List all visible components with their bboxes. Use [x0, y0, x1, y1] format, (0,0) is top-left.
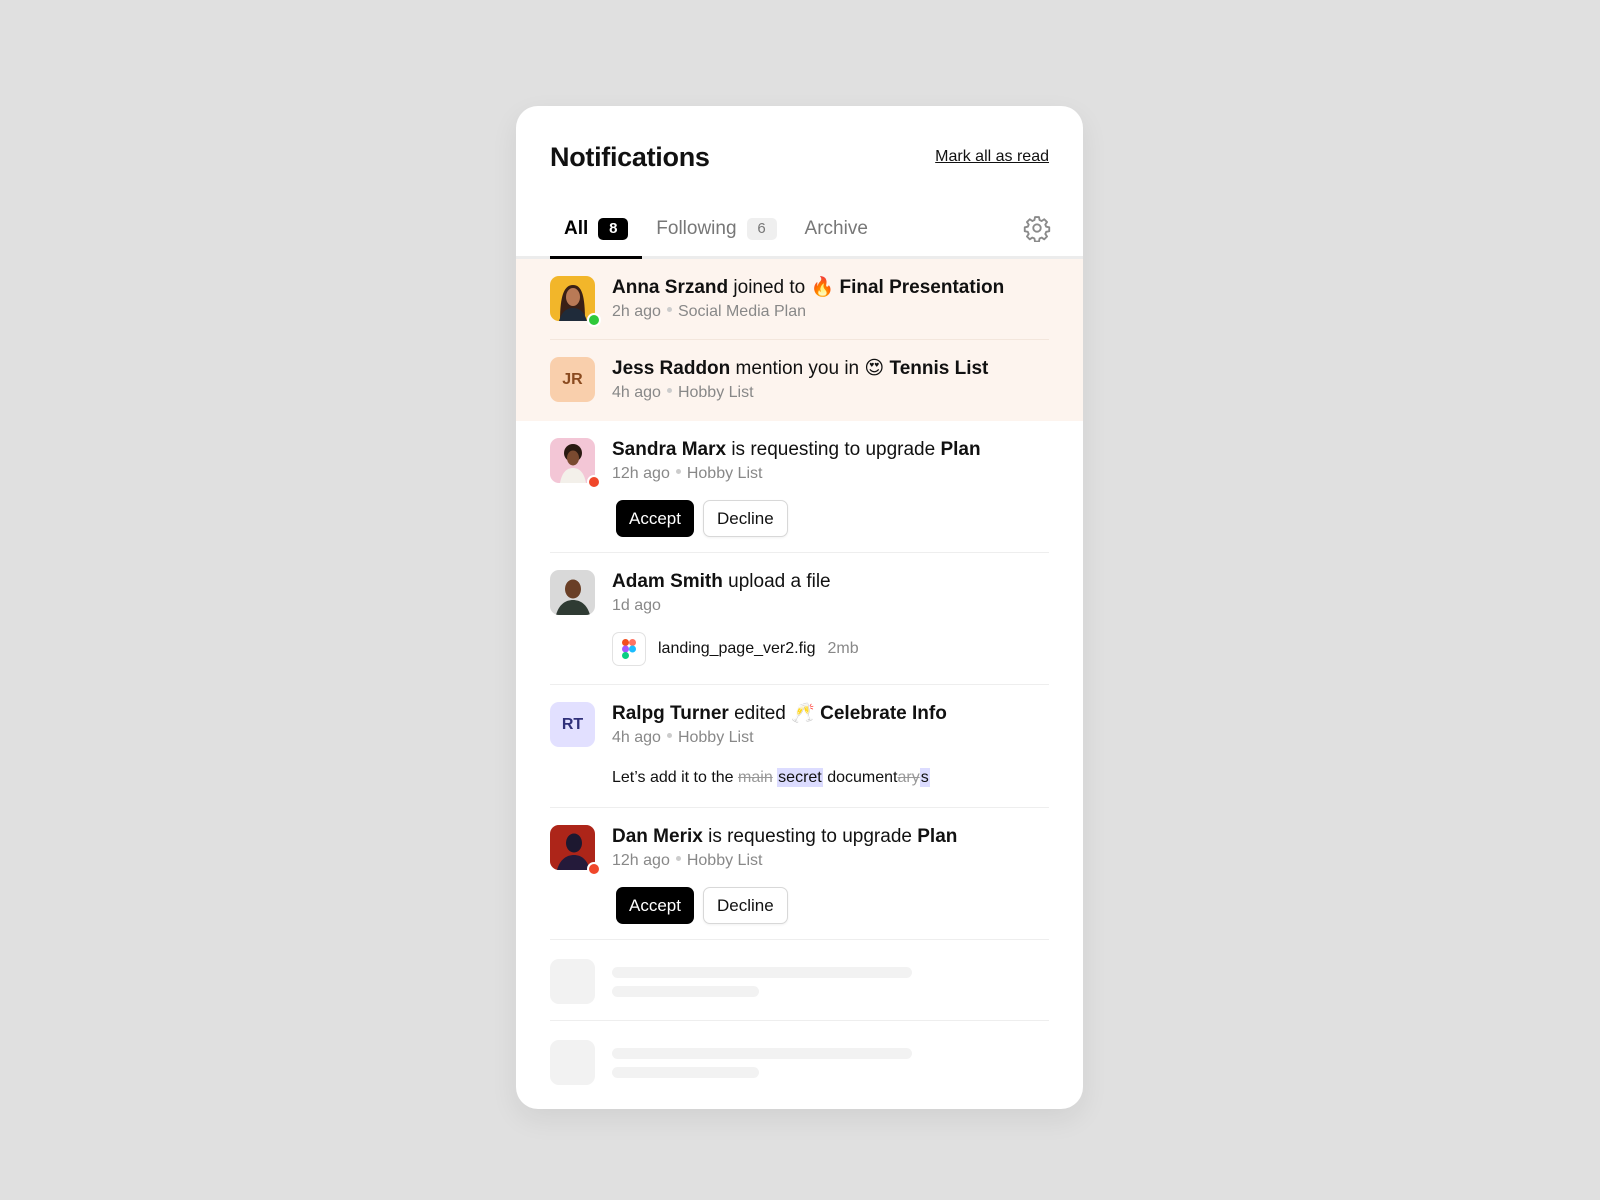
tab-label: Archive [804, 218, 868, 239]
request-actions: Accept Decline [616, 887, 1049, 924]
notification-item[interactable]: Dan Merix is requesting to upgrade Plan … [516, 808, 1083, 940]
figma-file-icon [612, 632, 646, 666]
tab-count-badge: 6 [746, 218, 777, 240]
page-title: Notifications [550, 142, 710, 172]
tab-archive[interactable]: Archive [791, 202, 882, 256]
notification-text: Jess Raddon mention you in 😍 Tennis List [612, 358, 989, 379]
deleted-text: main [738, 769, 773, 786]
notification-meta: 4h ago Hobby List [612, 729, 754, 746]
notification-item[interactable]: Sandra Marx is requesting to upgrade Pla… [516, 421, 1083, 553]
tab-label: Following [656, 218, 737, 239]
loading-skeleton-item [516, 940, 1083, 1021]
busy-status-dot [587, 862, 601, 876]
notification-meta: 1d ago [612, 597, 661, 614]
tab-following[interactable]: Following 6 [642, 202, 790, 256]
notification-item[interactable]: JR Jess Raddon mention you in 😍 Tennis L… [516, 340, 1083, 421]
notification-meta: 12h ago Hobby List [612, 465, 763, 482]
online-status-dot [587, 313, 601, 327]
inserted-text: secret [777, 768, 823, 787]
loading-skeleton-item [516, 1021, 1083, 1102]
notification-text: Ralpg Turner edited 🥂 Celebrate Info [612, 703, 947, 724]
notification-meta: 4h ago Hobby List [612, 384, 754, 401]
gear-icon[interactable] [1023, 214, 1051, 243]
avatar: RT [550, 702, 595, 747]
tab-bar: All 8 Following 6 Archive [516, 202, 1083, 259]
notification-item[interactable]: Adam Smith upload a file 1d ago landing_… [516, 553, 1083, 685]
busy-status-dot [587, 475, 601, 489]
mark-all-read-link[interactable]: Mark all as read [935, 148, 1049, 166]
decline-button[interactable]: Decline [702, 500, 788, 537]
accept-button[interactable]: Accept [616, 500, 694, 537]
accept-button[interactable]: Accept [616, 887, 694, 924]
champagne-icon: 🥂 [791, 703, 815, 724]
notification-text: Anna Srzand joined to 🔥 Final Presentati… [612, 277, 1005, 298]
file-size: 2mb [827, 640, 859, 657]
file-name: landing_page_ver2.fig [658, 640, 816, 657]
inserted-text: s [919, 768, 930, 787]
avatar [550, 570, 595, 615]
decline-button[interactable]: Decline [702, 887, 788, 924]
notification-text: Dan Merix is requesting to upgrade Plan [612, 826, 958, 847]
avatar [550, 276, 601, 327]
avatar-initials: RT [550, 702, 595, 747]
avatar [550, 438, 601, 489]
notification-meta: 2h ago Social Media Plan [612, 303, 807, 320]
avatar: JR [550, 357, 595, 402]
avatar [550, 825, 601, 876]
tab-label: All [564, 218, 589, 239]
notification-text: Adam Smith upload a file [612, 571, 831, 592]
avatar-initials: JR [550, 357, 595, 402]
tab-count-badge: 8 [598, 218, 629, 240]
tab-all[interactable]: All 8 [550, 202, 643, 259]
deleted-text: ary [897, 769, 920, 786]
notification-meta: 12h ago Hobby List [612, 852, 763, 869]
request-actions: Accept Decline [616, 500, 1049, 537]
notification-text: Sandra Marx is requesting to upgrade Pla… [612, 439, 981, 460]
notifications-panel: Notifications Mark all as read All 8 Fol… [516, 106, 1083, 1109]
edit-diff: Let’s add it to the main secret document… [612, 768, 930, 787]
notification-item[interactable]: Anna Srzand joined to 🔥 Final Presentati… [516, 259, 1083, 340]
notification-item[interactable]: RT Ralpg Turner edited 🥂 Celebrate Info … [516, 685, 1083, 808]
file-attachment[interactable]: landing_page_ver2.fig 2mb [612, 632, 1049, 666]
heart-eyes-icon: 😍 [864, 358, 885, 379]
panel-header: Notifications Mark all as read [516, 106, 1083, 202]
fire-icon: 🔥 [810, 277, 835, 298]
